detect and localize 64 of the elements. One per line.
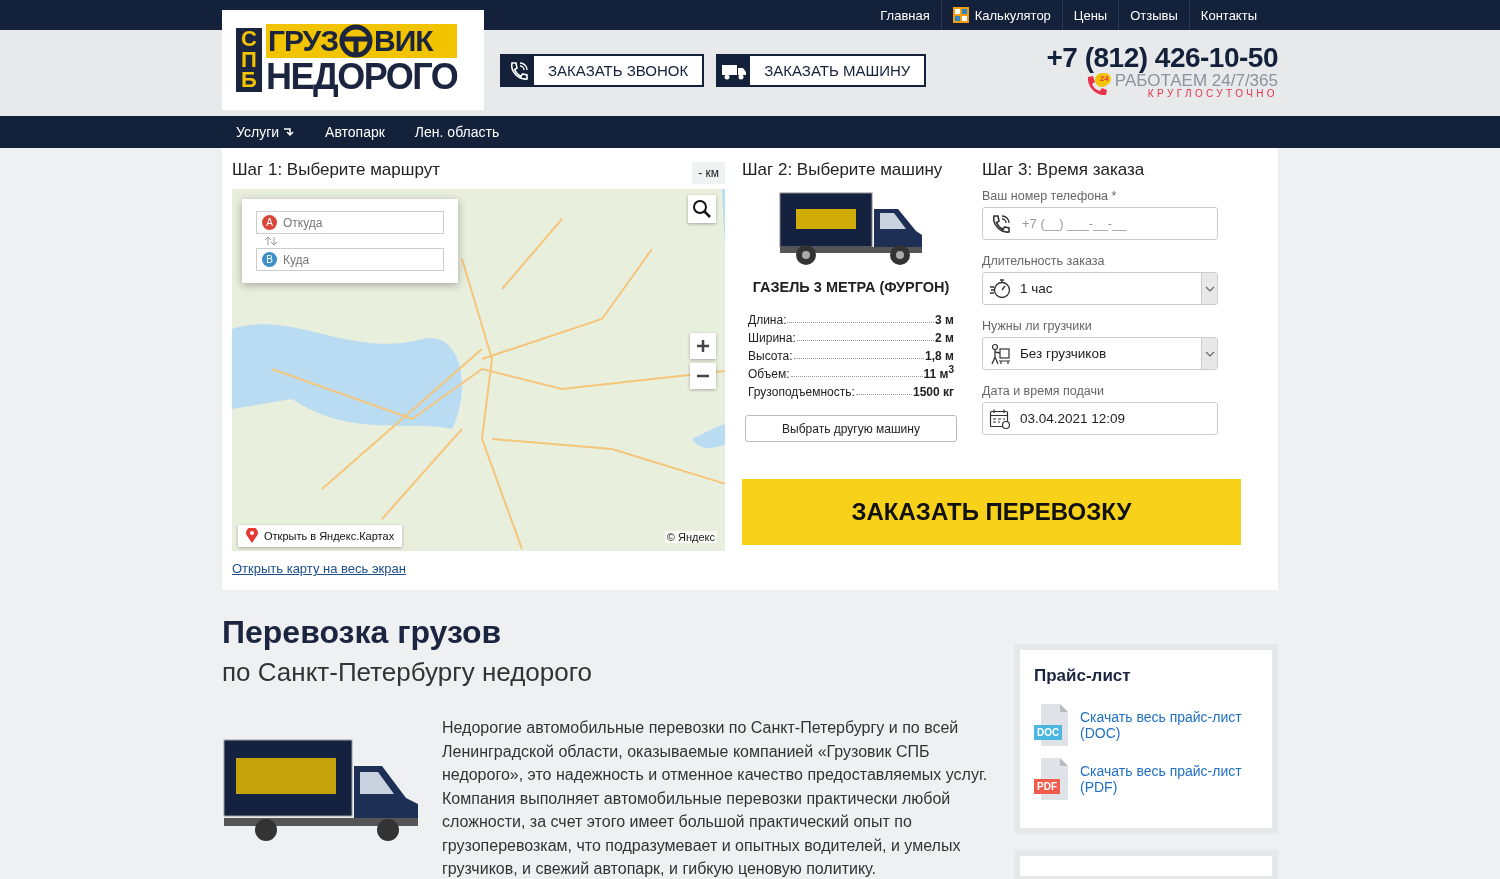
- loader-worker-icon: [989, 342, 1011, 365]
- header-button[interactable]: ЗАКАЗАТЬ ЗВОНОК: [500, 54, 705, 87]
- fullscreen-map-link[interactable]: Открыть карту на весь экран: [232, 561, 406, 576]
- select-field[interactable]: Без грузчиков: [982, 337, 1218, 370]
- top-menu-link[interactable]: Главная: [869, 0, 941, 30]
- spec-value: 3 м: [935, 313, 954, 327]
- spec-label: Длина:: [748, 313, 787, 327]
- phone-number[interactable]: +7 (812) 426-10-50: [1046, 42, 1278, 74]
- open-in-maps-link[interactable]: Открыть в Яндекс.Картах: [238, 525, 403, 547]
- field-label: Длительность заказа: [982, 254, 1106, 268]
- order-button[interactable]: ЗАКАЗАТЬ ПЕРЕВОЗКУ: [742, 479, 1241, 545]
- download-link[interactable]: Скачать весь прайс-лист (DOC): [1080, 709, 1258, 741]
- chevron-down-icon: [1204, 350, 1215, 357]
- stopwatch-icon: [989, 277, 1011, 300]
- search-icon: [692, 199, 712, 219]
- zoom-out-button[interactable]: [690, 363, 716, 389]
- spec-label: Объем:: [748, 367, 790, 381]
- map-pin-icon: [246, 528, 258, 544]
- price-list-title: Прайс-лист: [1034, 666, 1132, 686]
- distance-label: - км: [692, 161, 725, 184]
- file-type-label: PDF: [1034, 779, 1060, 794]
- step-title: Шаг 2: Выберите машину: [742, 160, 943, 180]
- article-paragraph: Недорогие автомобильные перевозки по Санкт-Петербургу и по всей Ленинградской области, оказываемые компанией «Грузовик СПБ недорого», это надежность и отменное качество предоставляемых услуг. Компания выполняет автомобильные перевозки практически любой сложности, за счет этого имеет большой практический опыт по грузоперевозкам, что подразумевает и опытных водителей, и умелых грузчиков, и свежий автопарк, и гибкую ценовую политику.: [442, 718, 989, 879]
- swap-arrows-icon: [264, 236, 278, 246]
- plus-icon: [696, 339, 710, 353]
- spec-label: Ширина:: [748, 331, 796, 345]
- nav-link[interactable]: Лен. область: [402, 124, 512, 140]
- work-hours: РАБОТАЕМ 24/7/365: [1114, 72, 1278, 89]
- spec-value: 2 м: [935, 331, 954, 345]
- field-label: Дата и время подачи: [982, 384, 1105, 398]
- zoom-in-button[interactable]: [690, 333, 716, 359]
- field-label: Ваш номер телефона *: [982, 189, 1118, 203]
- header-button[interactable]: ЗАКАЗАТЬ МАШИНУ: [716, 54, 927, 87]
- spec-label: Высота:: [748, 349, 793, 363]
- map-copyright: © Яндекс: [664, 531, 717, 543]
- search-button[interactable]: [688, 195, 716, 223]
- nav-link[interactable]: Автопарк: [313, 124, 397, 140]
- article-title: Перевозка грузов: [222, 614, 503, 651]
- route-input[interactable]: A Откуда: [256, 211, 444, 234]
- spec-value: 11 м$^{3}$: [923, 364, 954, 381]
- spec-label: Грузоподъемность:: [748, 385, 855, 399]
- route-marker: B: [262, 252, 277, 267]
- calendar-icon: [989, 407, 1011, 430]
- vehicle-name: ГАЗЕЛЬ 3 МЕТРА (ФУРГОН): [752, 279, 950, 295]
- download-link[interactable]: Скачать весь прайс-лист (PDF): [1080, 763, 1258, 795]
- field-label: Нужны ли грузчики: [982, 319, 1093, 333]
- step-title: Шаг 3: Время заказа: [982, 160, 1146, 180]
- chevron-down-icon: [1204, 285, 1215, 292]
- article-subtitle: по Санкт-Петербургу недорого: [222, 657, 594, 688]
- input-field[interactable]: +7 (__) ___-__-__: [982, 207, 1218, 240]
- badge-number: 24: [1097, 72, 1111, 85]
- step-title: Шаг 1: Выберите маршрут: [232, 160, 440, 180]
- round-the-clock-label: КРУГЛОСУТОЧНО: [1147, 89, 1278, 99]
- file-type-label: DOC: [1034, 725, 1063, 740]
- input-field[interactable]: 03.04.2021 12:09: [982, 402, 1218, 435]
- route-input[interactable]: B Куда: [256, 248, 444, 271]
- steering-wheel-icon: [339, 24, 374, 58]
- choose-other-vehicle-button[interactable]: Выбрать другую машину: [745, 415, 957, 442]
- route-marker: A: [262, 215, 277, 230]
- nav-link[interactable]: Услуги: [224, 124, 308, 140]
- select-field[interactable]: 1 час: [982, 272, 1218, 305]
- calculator-icon: [952, 7, 969, 23]
- spec-value: 1,8 м: [925, 349, 954, 363]
- spec-value: 1500 кг: [912, 385, 954, 399]
